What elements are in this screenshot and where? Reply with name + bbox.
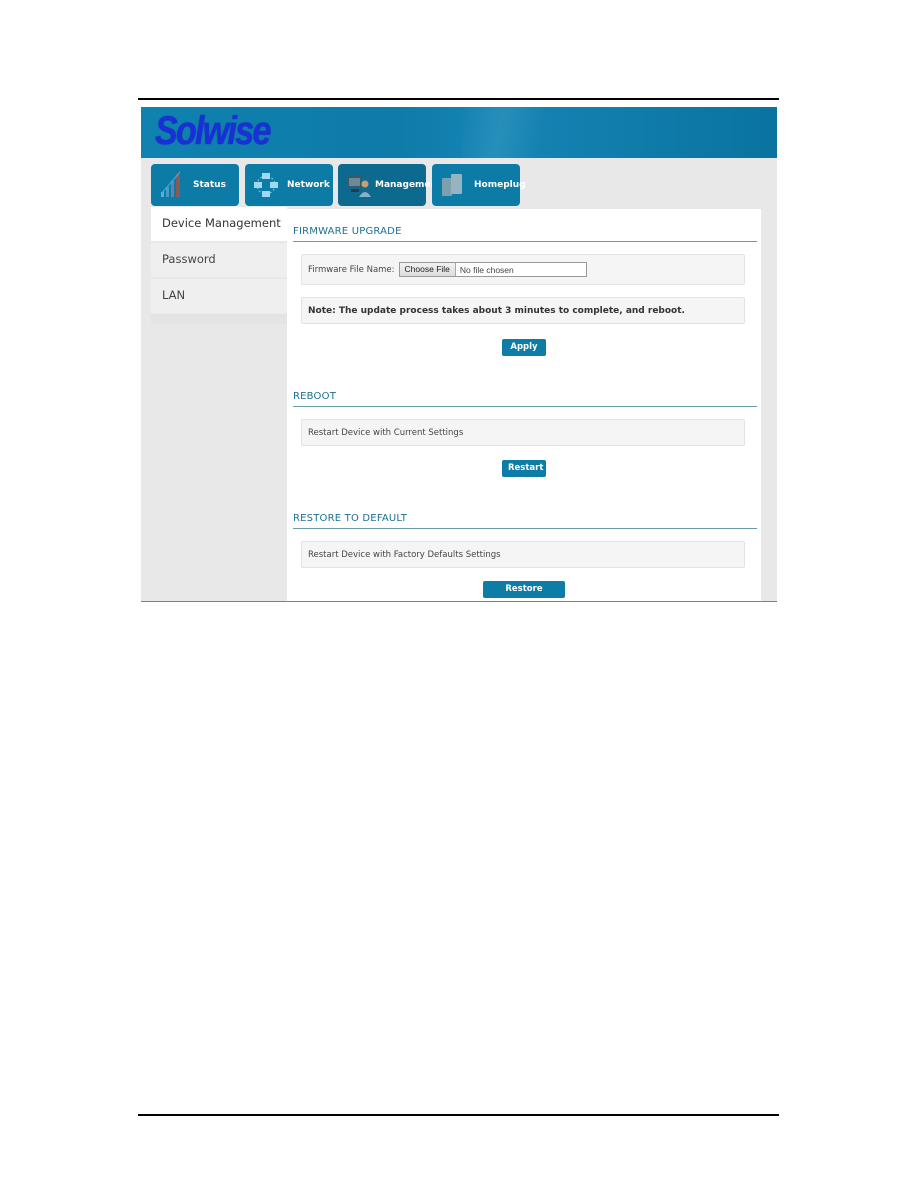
firmware-file-panel: Firmware File Name: Choose File No file … bbox=[301, 254, 745, 285]
sidebar-item-lan[interactable]: LAN bbox=[151, 279, 287, 313]
firmware-upgrade-title: FIRMWARE UPGRADE bbox=[293, 226, 757, 242]
sidebar-item-device-management[interactable]: Device Management bbox=[151, 207, 287, 241]
page-footer-rule bbox=[138, 1114, 779, 1116]
router-admin-screenshot: Solwise Status Network Management Homepl… bbox=[141, 107, 777, 602]
firmware-note: Note: The update process takes about 3 m… bbox=[308, 305, 685, 316]
nav-tab-status[interactable]: Status bbox=[151, 164, 239, 206]
header-banner: Solwise bbox=[141, 107, 777, 158]
nav-tab-network[interactable]: Network bbox=[245, 164, 333, 206]
restore-description: Restart Device with Factory Defaults Set… bbox=[308, 549, 501, 560]
page-header-rule bbox=[138, 98, 779, 100]
homeplug-icon bbox=[440, 170, 466, 200]
nav-tab-label: Network bbox=[287, 180, 330, 190]
restore-panel: Restart Device with Factory Defaults Set… bbox=[301, 541, 745, 568]
sidebar: Device Management Password LAN bbox=[151, 207, 287, 324]
main-content: FIRMWARE UPGRADE Firmware File Name: Cho… bbox=[287, 209, 761, 601]
choose-file-button[interactable]: Choose File bbox=[399, 263, 456, 276]
bar-chart-icon bbox=[159, 170, 185, 200]
nav-tab-label: Status bbox=[193, 180, 226, 190]
firmware-note-panel: Note: The update process takes about 3 m… bbox=[301, 297, 745, 324]
network-icon bbox=[253, 170, 279, 200]
nav-tab-homeplug[interactable]: Homeplug bbox=[432, 164, 526, 206]
firmware-file-label: Firmware File Name: bbox=[308, 264, 395, 275]
restart-button[interactable]: Restart bbox=[502, 460, 546, 477]
reboot-panel: Restart Device with Current Settings bbox=[301, 419, 745, 446]
solwise-logo: Solwise bbox=[155, 109, 271, 153]
sidebar-divider bbox=[151, 315, 287, 324]
reboot-description: Restart Device with Current Settings bbox=[308, 427, 464, 438]
management-icon bbox=[346, 170, 372, 200]
file-status-text: No file chosen bbox=[459, 264, 514, 275]
restore-defaults-button[interactable]: Restore Defaults bbox=[483, 581, 565, 598]
sidebar-item-password[interactable]: Password bbox=[151, 243, 287, 277]
apply-button[interactable]: Apply bbox=[502, 339, 546, 356]
nav-tab-management[interactable]: Management bbox=[338, 164, 441, 206]
firmware-file-input[interactable]: Choose File No file chosen bbox=[398, 262, 587, 277]
nav-tab-label: Homeplug bbox=[474, 180, 526, 190]
restore-default-title: RESTORE TO DEFAULT bbox=[293, 513, 757, 529]
reboot-title: REBOOT bbox=[293, 391, 757, 407]
